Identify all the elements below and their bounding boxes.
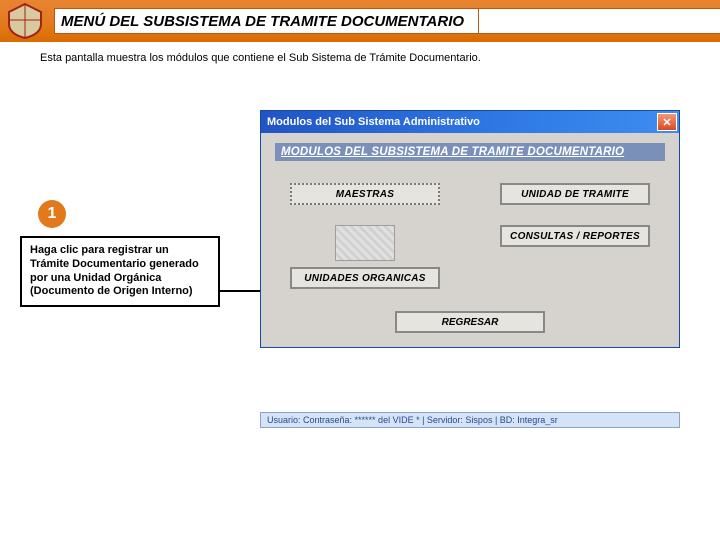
unidad-tramite-button[interactable]: UNIDAD DE TRAMITE: [500, 183, 650, 205]
module-cell-maestras: MAESTRAS: [275, 183, 455, 205]
stage: 1 Haga clic para registrar un Trámite Do…: [0, 70, 720, 540]
module-cell-unidad-tramite: UNIDAD DE TRAMITE: [485, 183, 665, 205]
country-emblem: [0, 0, 50, 42]
consultas-reportes-button[interactable]: CONSULTAS / REPORTES: [500, 225, 650, 247]
maestras-button[interactable]: MAESTRAS: [290, 183, 440, 205]
window-body: MODULOS DEL SUBSISTEMA DE TRAMITE DOCUME…: [261, 133, 679, 347]
window-titlebar: Modulos del Sub Sistema Administrativo ✕: [261, 111, 679, 133]
unidades-organicas-button[interactable]: UNIDADES ORGANICAS: [290, 267, 440, 289]
document-stack-icon: [335, 225, 395, 261]
regresar-row: REGRESAR: [275, 311, 665, 333]
regresar-button[interactable]: REGRESAR: [395, 311, 545, 333]
step-number-badge: 1: [38, 200, 66, 228]
module-banner: MODULOS DEL SUBSISTEMA DE TRAMITE DOCUME…: [275, 143, 665, 161]
app-window: Modulos del Sub Sistema Administrativo ✕…: [260, 110, 680, 348]
window-title: Modulos del Sub Sistema Administrativo: [267, 116, 480, 128]
intro-text: Esta pantalla muestra los módulos que co…: [40, 52, 720, 64]
module-cell-consultas: CONSULTAS / REPORTES: [485, 225, 665, 289]
module-grid: MAESTRAS UNIDAD DE TRAMITE UNIDADES ORGA…: [275, 183, 665, 289]
header-fill: [479, 8, 720, 34]
window-close-button[interactable]: ✕: [657, 113, 677, 131]
callout-box: Haga clic para registrar un Trámite Docu…: [20, 236, 220, 307]
module-cell-unidades-organicas: UNIDADES ORGANICAS: [275, 225, 455, 289]
slide-root: MENÚ DEL SUBSISTEMA DE TRAMITE DOCUMENTA…: [0, 0, 720, 540]
slide-title: MENÚ DEL SUBSISTEMA DE TRAMITE DOCUMENTA…: [54, 8, 479, 34]
close-icon: ✕: [662, 116, 671, 129]
slide-header: MENÚ DEL SUBSISTEMA DE TRAMITE DOCUMENTA…: [0, 0, 720, 42]
window-status-bar: Usuario: Contraseña: ****** del VIDE * |…: [260, 412, 680, 428]
